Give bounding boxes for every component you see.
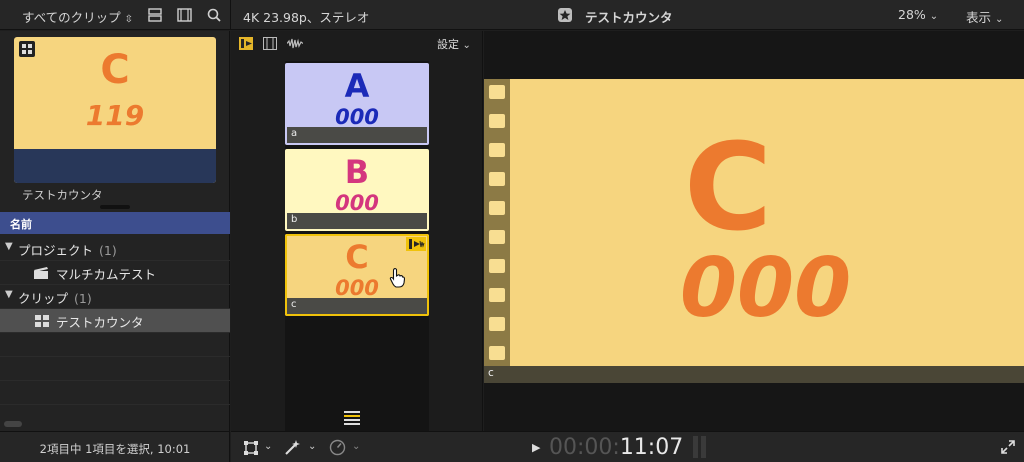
clapper-icon — [34, 267, 48, 279]
search-icon[interactable] — [207, 8, 221, 22]
angle-stack-icon[interactable] — [344, 411, 360, 425]
fullscreen-icon[interactable] — [1001, 440, 1015, 454]
angle-a[interactable]: A 000 a — [285, 63, 429, 145]
panel-splitter-handle[interactable] — [100, 205, 130, 209]
chevron-down-icon: ⌄ — [462, 40, 471, 51]
settings-label: 設定 — [437, 38, 459, 51]
angle-caption: c — [287, 298, 427, 314]
viewer-number: 000 — [680, 241, 852, 336]
chevron-down-icon: ⌄ — [995, 14, 1004, 25]
list-group-projects[interactable]: ▼ プロジェクト (1) — [0, 237, 230, 261]
hand-cursor-icon — [389, 268, 405, 288]
speed-retime-icon[interactable] — [329, 439, 346, 456]
empty-row — [0, 357, 230, 381]
angle-number: 000 — [335, 191, 379, 215]
chevron-down-icon[interactable]: ⌄ — [352, 441, 360, 452]
browser-panel: C 119 テストカウンタ 名前 ▼ プロジェクト (1) マルチカムテスト ▼ … — [0, 31, 230, 431]
timecode-display: 00:00:11:07 — [537, 435, 683, 460]
video-audio-switch-icon[interactable] — [239, 37, 253, 50]
list-item-project[interactable]: マルチカムテスト — [0, 261, 230, 285]
angle-caption: a — [287, 127, 427, 143]
empty-row — [0, 381, 230, 405]
item-label: マルチカムテスト — [56, 267, 157, 282]
audio-meter-right — [701, 436, 706, 458]
group-label: プロジェクト — [18, 243, 94, 258]
viewer-bottom-toolbar: ⌄ ⌄ ⌄ ▶ 00:00:11:07 — [231, 431, 1024, 462]
filmstrip-view-icon[interactable] — [177, 8, 192, 22]
chevron-down-icon[interactable]: ⌄ — [308, 441, 316, 452]
horizontal-scrollbar[interactable] — [4, 421, 22, 427]
magic-wand-enhance-icon[interactable] — [284, 439, 302, 456]
zoom-level: 28% — [898, 7, 926, 22]
clip-filter-menu[interactable]: すべてのクリップ ⇳ — [22, 7, 133, 26]
settings-menu[interactable]: 設定 ⌄ — [437, 36, 471, 52]
angle-viewer-toolbar: 設定 ⌄ — [231, 31, 483, 55]
clip-appearance-icon[interactable] — [148, 8, 162, 22]
angle-viewer: 設定 ⌄ A 000 a B 000 b C 000 c — [231, 31, 483, 431]
audio-meter-left — [693, 436, 698, 458]
chevron-down-icon[interactable]: ⌄ — [264, 441, 272, 452]
active-angle-badge-icon — [406, 237, 426, 251]
list-item-clip-selected[interactable]: テストカウンタ — [0, 309, 230, 333]
name-column-header[interactable]: 名前 — [0, 212, 230, 234]
star-badge-icon — [558, 8, 572, 22]
transform-crop-icon[interactable] — [243, 440, 259, 456]
list-group-clips[interactable]: ▼ クリップ (1) — [0, 285, 230, 309]
viewer-title: テストカウンタ — [585, 10, 673, 25]
angle-c-active[interactable]: C 000 c — [285, 234, 429, 316]
angle-letter: A — [344, 67, 370, 105]
viewer: C 000 c — [484, 31, 1024, 431]
filmstrip-border — [484, 79, 510, 383]
thumbnail-name: テストカウンタ — [22, 188, 103, 202]
angle-number: 000 — [335, 105, 379, 129]
clip-filter-label: すべてのクリップ — [22, 10, 121, 25]
chevron-down-icon: ⌄ — [929, 11, 939, 22]
multicam-badge-icon — [19, 41, 35, 57]
item-label: テストカウンタ — [56, 315, 144, 330]
multicam-icon — [35, 315, 49, 327]
selection-status: 2項目中 1項目を選択, 10:01 — [39, 442, 191, 456]
browser-status-bar: 2項目中 1項目を選択, 10:01 — [0, 431, 230, 462]
top-toolbar: すべてのクリップ ⇳ 4K 23.98p、ステレオ テストカウンタ 28% ⌄ … — [0, 0, 1024, 30]
angle-caption: b — [287, 213, 427, 229]
zoom-menu[interactable]: 28% ⌄ — [898, 7, 938, 22]
audio-waveform-icon[interactable] — [287, 37, 303, 50]
timecode-dim: 00:00: — [549, 435, 620, 460]
format-info: 4K 23.98p、ステレオ — [243, 10, 370, 25]
viewer-letter: C — [684, 119, 773, 258]
clip-thumbnail[interactable]: C 119 — [14, 37, 216, 183]
thumbnail-band — [14, 149, 216, 183]
updown-chevron-icon: ⇳ — [124, 14, 134, 25]
disclosure-triangle-icon[interactable]: ▼ — [5, 289, 13, 300]
thumbnail-number: 119 — [85, 99, 145, 132]
thumbnail-letter: C — [100, 47, 130, 93]
view-menu-label: 表示 — [966, 10, 992, 25]
group-count: (1) — [74, 291, 92, 306]
group-count: (1) — [99, 243, 117, 258]
angle-b[interactable]: B 000 b — [285, 149, 429, 231]
disclosure-triangle-icon[interactable]: ▼ — [5, 241, 13, 252]
angle-number: 000 — [335, 276, 379, 300]
group-label: クリップ — [18, 291, 69, 306]
toolbar-divider — [230, 0, 231, 30]
view-menu[interactable]: 表示 ⌄ — [966, 7, 1003, 26]
timecode-bright: 11:07 — [619, 435, 684, 460]
empty-row — [0, 333, 230, 357]
video-only-switch-icon[interactable] — [263, 37, 277, 50]
viewer-caption: c — [484, 366, 1024, 383]
viewer-frame[interactable]: C 000 c — [484, 79, 1024, 383]
angle-letter: B — [344, 153, 370, 191]
